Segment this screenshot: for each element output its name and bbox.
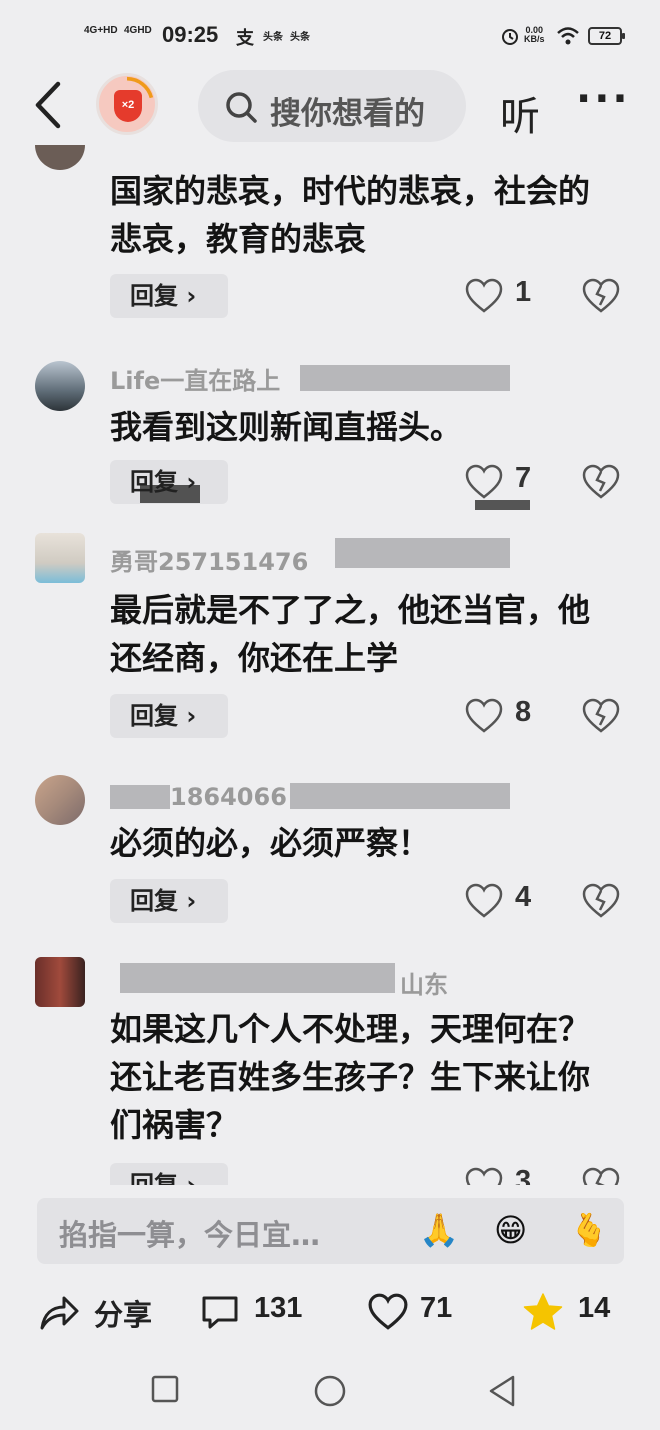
broken-heart-icon[interactable] bbox=[582, 278, 620, 314]
star-icon bbox=[523, 1293, 563, 1330]
clapping-hands-icon[interactable]: 🙏 bbox=[419, 1210, 459, 1250]
network-indicator-2: 4GHD bbox=[124, 25, 152, 36]
avatar[interactable] bbox=[35, 957, 85, 1007]
network-indicator-1: 4G+HD bbox=[84, 25, 118, 36]
comment-username[interactable]: 1864066 bbox=[170, 783, 287, 811]
redacted-meta bbox=[290, 783, 510, 809]
avatar[interactable] bbox=[35, 533, 85, 583]
comment-text: 国家的悲哀，时代的悲哀，社会的悲哀，教育的悲哀 bbox=[110, 172, 591, 258]
redacted-meta bbox=[335, 538, 510, 568]
back-icon[interactable] bbox=[28, 80, 72, 130]
comment-list: 国家的悲哀，时代的悲哀，社会的悲哀，教育的悲哀 回复 › 1 Life一直在路上… bbox=[0, 145, 660, 1185]
heart-icon bbox=[368, 1293, 408, 1330]
reply-button[interactable]: 回复 › bbox=[110, 879, 228, 923]
redacted-meta bbox=[300, 365, 510, 391]
comment-text: 必须的必，必须严察！ bbox=[110, 824, 431, 862]
search-input[interactable]: 搜你想看的 bbox=[198, 70, 466, 142]
comment-text: 我看到这则新闻直摇头。 bbox=[110, 408, 463, 446]
listen-button[interactable]: 听 bbox=[500, 84, 540, 142]
home-icon[interactable] bbox=[313, 1374, 347, 1408]
broken-heart-icon[interactable] bbox=[582, 698, 620, 734]
alarm-icon bbox=[502, 29, 518, 45]
broken-heart-icon[interactable] bbox=[582, 883, 620, 919]
share-icon bbox=[40, 1296, 79, 1330]
status-bar: 4G+HD 4GHD 09:25 支 头条 头条 0.00 KB/s 72 bbox=[0, 0, 660, 70]
network-speed: 0.00 KB/s bbox=[524, 25, 545, 44]
heart-icon bbox=[465, 698, 503, 733]
back-nav-icon[interactable] bbox=[487, 1374, 517, 1408]
comment-username[interactable]: Life一直在路上 bbox=[110, 361, 280, 396]
reward-badge[interactable]: ×2 bbox=[96, 73, 158, 135]
comment-text: 如果这几个人不处理，天理何在？还让老百姓多生孩子？生下来让你们祸害？ bbox=[110, 1010, 591, 1144]
like-count: 8 bbox=[515, 696, 532, 728]
toutiao-notification-icon-2: 头条 bbox=[290, 32, 310, 43]
reply-button[interactable]: 回复 › bbox=[110, 1163, 228, 1185]
top-nav: ×2 搜你想看的 听 ··· bbox=[0, 70, 660, 145]
search-icon bbox=[226, 92, 257, 123]
comment-icon bbox=[202, 1296, 238, 1329]
heart-icon bbox=[465, 1167, 503, 1185]
reply-button[interactable]: 回复 › bbox=[110, 274, 228, 318]
like-count: 3 bbox=[515, 1165, 532, 1185]
alipay-notification-icon: 支 bbox=[236, 28, 254, 48]
comment-username[interactable]: 勇哥257151476 bbox=[110, 542, 308, 577]
heart-icon bbox=[465, 278, 503, 313]
redaction-mark bbox=[475, 500, 530, 510]
heart-icon bbox=[465, 883, 503, 918]
clock: 09:25 bbox=[162, 22, 219, 47]
recents-icon[interactable] bbox=[150, 1374, 180, 1404]
comment-username[interactable]: 山东 bbox=[400, 965, 448, 1000]
comment-input-placeholder: 掐指一算，今日宜… bbox=[59, 1218, 321, 1252]
wifi-icon bbox=[557, 27, 579, 45]
share-button[interactable]: 分享 bbox=[38, 1288, 158, 1336]
favorite-count: 14 bbox=[578, 1292, 611, 1324]
share-label: 分享 bbox=[94, 1300, 153, 1332]
broken-heart-icon[interactable] bbox=[582, 1167, 620, 1185]
comment-text: 最后就是不了了之，他还当官，他还经商，你还在上学 bbox=[110, 591, 591, 677]
broken-heart-icon[interactable] bbox=[582, 464, 620, 500]
avatar[interactable] bbox=[35, 361, 85, 411]
heart-icon bbox=[465, 464, 503, 499]
grinning-face-icon[interactable]: 😁 bbox=[494, 1210, 527, 1250]
comment-count: 131 bbox=[254, 1292, 303, 1324]
avatar[interactable] bbox=[35, 145, 85, 170]
favorite-button[interactable]: 14 bbox=[522, 1288, 622, 1336]
comment-button[interactable]: 131 bbox=[200, 1288, 320, 1336]
action-bar: 分享 131 71 14 bbox=[0, 1280, 660, 1344]
system-nav-bar bbox=[0, 1350, 660, 1430]
like-post-button[interactable]: 71 bbox=[368, 1288, 478, 1336]
comment-input[interactable]: 掐指一算，今日宜… 🙏 😁 🫰 bbox=[37, 1198, 624, 1264]
toutiao-notification-icon: 头条 bbox=[263, 32, 283, 43]
finger-heart-icon[interactable]: 🫰 bbox=[569, 1210, 609, 1250]
like-count: 4 bbox=[515, 881, 532, 913]
post-like-count: 71 bbox=[420, 1292, 453, 1324]
redaction-mark bbox=[140, 485, 200, 503]
redacted-meta bbox=[110, 785, 170, 809]
like-count: 1 bbox=[515, 276, 532, 308]
more-button[interactable]: ··· bbox=[576, 76, 631, 122]
redacted-meta bbox=[120, 963, 395, 993]
like-count: 7 bbox=[515, 462, 532, 494]
reply-button[interactable]: 回复 › bbox=[110, 694, 228, 738]
multiplier-label: ×2 bbox=[114, 90, 142, 122]
battery-indicator: 72 bbox=[588, 27, 625, 45]
search-placeholder: 搜你想看的 bbox=[270, 96, 425, 132]
avatar[interactable] bbox=[35, 775, 85, 825]
